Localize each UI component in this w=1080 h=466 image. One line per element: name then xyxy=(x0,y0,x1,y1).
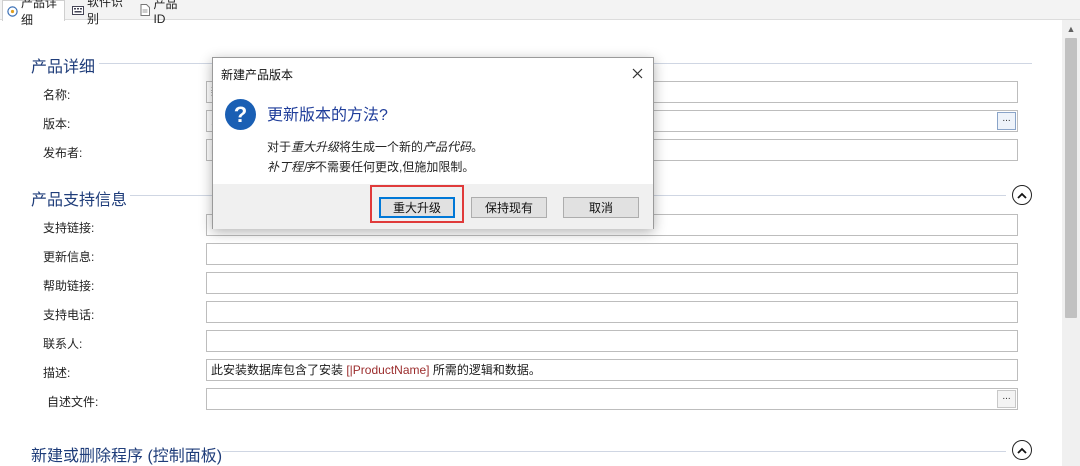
info-icon xyxy=(7,5,18,17)
scroll-up-arrow-icon[interactable]: ▲ xyxy=(1062,20,1080,37)
description-suffix: 所需的逻辑和数据。 xyxy=(429,363,541,377)
close-icon xyxy=(632,68,642,78)
document-icon xyxy=(139,4,150,16)
msg-part: 不需要任何更改,但施加限制。 xyxy=(315,160,475,174)
readme-field[interactable] xyxy=(206,388,1018,410)
dialog-heading: 更新版本的方法? xyxy=(267,107,388,124)
product-editor-window: 产品详细 软件识别 产品 ID ▲ 产品详细 名称: 新 版本: 1. ... … xyxy=(0,0,1080,466)
field-label-support-phone: 支持电话: xyxy=(43,308,95,322)
field-label-publisher: 发布者: xyxy=(43,146,83,160)
product-name-token: [|ProductName] xyxy=(346,363,430,377)
dialog-message-line-2: 补丁程序不需要任何更改,但施加限制。 xyxy=(267,158,474,175)
vertical-scrollbar[interactable]: ▲ xyxy=(1062,20,1080,466)
tab-product-details[interactable]: 产品详细 xyxy=(2,0,65,27)
section-divider xyxy=(222,451,1006,452)
contact-field[interactable] xyxy=(206,330,1018,352)
msg-part: 将生成一个新的 xyxy=(339,140,424,154)
readme-browse-button[interactable]: ... xyxy=(997,390,1016,408)
dialog-message-line-1: 对于重大升级将生成一个新的产品代码。 xyxy=(267,138,483,155)
field-label-version: 版本: xyxy=(43,117,71,131)
tab-software-identification[interactable]: 软件识别 xyxy=(68,0,132,26)
chevron-up-icon xyxy=(1017,192,1027,199)
question-icon: ? xyxy=(225,99,256,130)
version-browse-button[interactable]: ... xyxy=(997,112,1016,130)
red-highlight-box xyxy=(370,185,464,223)
cancel-button[interactable]: 取消 xyxy=(563,197,639,218)
tab-label: 产品详细 xyxy=(21,0,58,27)
help-link-field[interactable] xyxy=(206,272,1018,294)
tab-label: 产品 ID xyxy=(153,0,178,26)
description-prefix: 此安装数据库包含了安装 xyxy=(211,363,347,377)
msg-emphasis: 补丁程序 xyxy=(267,160,316,174)
section-title-add-remove-programs: 新建或删除程序 (控制面板) xyxy=(31,448,223,465)
msg-part: 对于 xyxy=(267,140,292,154)
msg-emphasis: 产品代码 xyxy=(423,140,472,154)
tab-strip: 产品详细 软件识别 产品 ID xyxy=(0,0,1080,27)
section-title-support-info: 产品支持信息 xyxy=(31,192,128,209)
keep-existing-button[interactable]: 保持现有 xyxy=(471,197,547,218)
chevron-up-icon xyxy=(1017,447,1027,454)
tab-label: 软件识别 xyxy=(87,0,124,26)
field-label-update-info: 更新信息: xyxy=(43,250,95,264)
collapse-programs-button[interactable] xyxy=(1012,440,1032,460)
field-label-name: 名称: xyxy=(43,88,71,102)
field-label-support-link: 支持链接: xyxy=(43,221,95,235)
collapse-support-button[interactable] xyxy=(1012,185,1032,205)
msg-emphasis: 重大升级 xyxy=(291,140,340,154)
tab-product-id[interactable]: 产品 ID xyxy=(135,0,195,26)
scrollbar-thumb[interactable] xyxy=(1065,38,1077,318)
dialog-title: 新建产品版本 xyxy=(221,68,294,82)
keyboard-icon xyxy=(72,4,84,16)
field-label-contact: 联系人: xyxy=(43,337,83,351)
msg-part: 。 xyxy=(471,140,484,154)
section-title-product-details: 产品详细 xyxy=(31,59,96,76)
description-field[interactable]: 此安装数据库包含了安装 [|ProductName] 所需的逻辑和数据。 xyxy=(206,359,1018,381)
field-label-help-link: 帮助链接: xyxy=(43,279,95,293)
field-label-readme: 自述文件: xyxy=(47,395,99,409)
update-info-field[interactable] xyxy=(206,243,1018,265)
field-label-description: 描述: xyxy=(43,366,71,380)
support-phone-field[interactable] xyxy=(206,301,1018,323)
dialog-close-button[interactable] xyxy=(627,63,647,83)
